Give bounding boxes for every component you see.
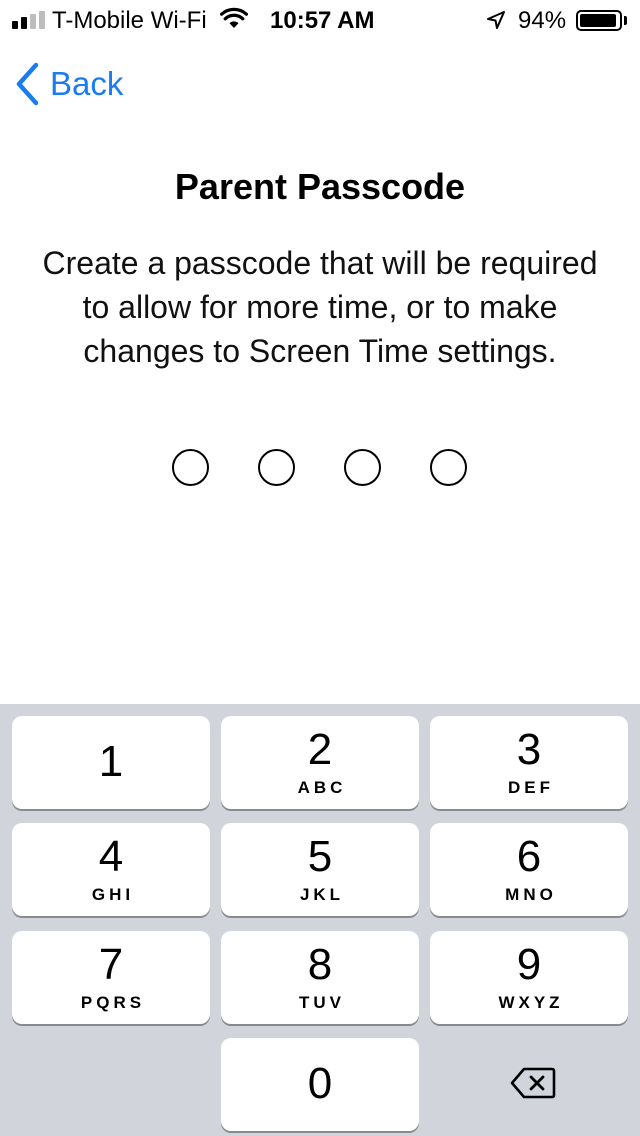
status-bar: T-Mobile Wi-Fi 10:57 AM 94%	[0, 0, 640, 40]
key-9[interactable]: 9 WXYZ	[430, 931, 628, 1024]
battery-level-fill	[580, 14, 616, 27]
key-digit: 5	[307, 832, 333, 881]
key-letters: MNO	[505, 885, 557, 904]
key-digit: 2	[307, 725, 333, 774]
key-letters: JKL	[299, 885, 345, 904]
key-4[interactable]: 4 GHI	[12, 823, 210, 916]
screen: T-Mobile Wi-Fi 10:57 AM 94% Back Parent …	[0, 0, 640, 1136]
battery-percent: 94%	[518, 7, 567, 34]
passcode-dot	[430, 449, 467, 486]
page-title: Parent Passcode	[174, 166, 466, 207]
key-digit: 8	[307, 940, 333, 989]
passcode-dot	[344, 449, 381, 486]
key-digit: 0	[307, 1059, 333, 1108]
chevron-left-icon	[16, 62, 39, 106]
key-letters: GHI	[91, 885, 135, 904]
carrier-name: T-Mobile Wi-Fi	[52, 7, 207, 34]
key-7[interactable]: 7 PQRS	[12, 931, 210, 1024]
key-1[interactable]: 1	[12, 716, 210, 809]
signal-icon	[12, 11, 48, 29]
key-6[interactable]: 6 MNO	[430, 823, 628, 916]
battery-cap	[624, 16, 627, 25]
key-digit: 3	[516, 725, 542, 774]
key-digit: 6	[516, 832, 542, 881]
passcode-indicator	[0, 449, 640, 487]
key-0[interactable]: 0	[221, 1038, 419, 1131]
passcode-dot	[258, 449, 295, 486]
battery-icon	[576, 10, 622, 31]
key-digit: 4	[98, 832, 124, 881]
back-button[interactable]: Back	[14, 60, 123, 108]
key-digit: 7	[98, 940, 124, 989]
passcode-dot	[172, 449, 209, 486]
page-description: Create a passcode that will be required …	[42, 245, 598, 369]
key-letters: DEF	[508, 778, 554, 797]
key-2[interactable]: 2 ABC	[221, 716, 419, 809]
wifi-icon	[220, 7, 248, 28]
key-digit: 1	[98, 737, 124, 786]
backspace-icon	[510, 1067, 556, 1099]
location-arrow-icon	[487, 11, 505, 29]
key-digit: 9	[516, 940, 542, 989]
delete-button[interactable]	[430, 1038, 628, 1131]
key-letters: WXYZ	[498, 993, 564, 1012]
key-letters: TUV	[299, 993, 345, 1012]
status-time: 10:57 AM	[270, 7, 375, 34]
back-label: Back	[50, 65, 124, 102]
key-letters: ABC	[297, 778, 347, 797]
key-5[interactable]: 5 JKL	[221, 823, 419, 916]
key-3[interactable]: 3 DEF	[430, 716, 628, 809]
numeric-keypad: 1 2 ABC 3 DEF 4 GHI 5 JKL 6 MNO 7 PQRS 8…	[0, 704, 640, 1136]
key-letters: PQRS	[80, 993, 146, 1012]
key-8[interactable]: 8 TUV	[221, 931, 419, 1024]
